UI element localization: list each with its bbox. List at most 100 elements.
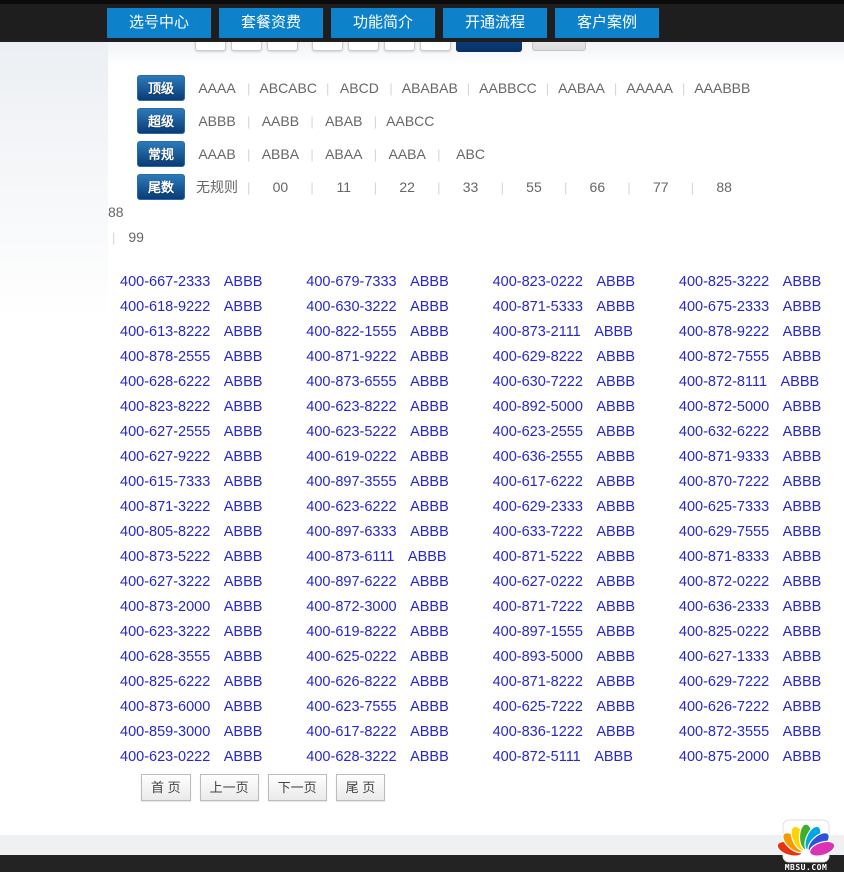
phone-number-link[interactable]: 400-615-7333 <box>120 474 210 490</box>
filter-option[interactable]: ABC <box>450 146 492 162</box>
phone-number-link[interactable]: 400-871-9333 <box>679 449 769 465</box>
phone-number-link[interactable]: 400-823-0222 <box>493 274 583 290</box>
phone-number-link[interactable]: 400-617-6222 <box>493 474 583 490</box>
filter-option[interactable]: 55 <box>513 179 555 195</box>
phone-number-link[interactable]: 400-625-7222 <box>493 699 583 715</box>
phone-number-link[interactable]: 400-897-3555 <box>306 474 396 490</box>
filter-category-button[interactable]: 超级 <box>137 108 185 134</box>
filter-option[interactable]: 无规则 <box>196 177 238 197</box>
phone-number-link[interactable]: 400-893-5000 <box>493 649 583 665</box>
phone-number-link[interactable]: 400-878-9222 <box>679 324 769 340</box>
filter-category-button[interactable]: 尾数 <box>137 174 185 200</box>
phone-number-link[interactable]: 400-667-2333 <box>120 274 210 290</box>
phone-number-link[interactable]: 400-870-7222 <box>679 474 769 490</box>
pagination-button[interactable]: 上一页 <box>200 774 259 801</box>
pagination-button[interactable]: 下一页 <box>268 774 327 801</box>
phone-number-link[interactable]: 400-623-5222 <box>306 424 396 440</box>
phone-number-link[interactable]: 400-871-3222 <box>120 499 210 515</box>
phone-number-link[interactable]: 400-871-5333 <box>493 299 583 315</box>
filter-option-88-overflow[interactable]: 88 <box>108 204 124 220</box>
phone-number-link[interactable]: 400-636-2555 <box>493 449 583 465</box>
phone-number-link[interactable]: 400-629-8222 <box>493 349 583 365</box>
filter-category-button[interactable]: 常规 <box>137 141 185 167</box>
filter-option[interactable]: AABBCC <box>479 80 537 96</box>
phone-number-link[interactable]: 400-625-0222 <box>306 649 396 665</box>
filter-option[interactable]: 66 <box>576 179 618 195</box>
phone-number-link[interactable]: 400-633-7222 <box>493 524 583 540</box>
nav-button[interactable]: 选号中心 <box>107 8 211 38</box>
phone-number-link[interactable]: 400-825-3222 <box>679 274 769 290</box>
filter-option-99[interactable]: 99 <box>128 229 144 245</box>
phone-number-link[interactable]: 400-872-3000 <box>306 599 396 615</box>
phone-number-link[interactable]: 400-897-1555 <box>493 624 583 640</box>
phone-number-link[interactable]: 400-628-3555 <box>120 649 210 665</box>
phone-number-link[interactable]: 400-636-2333 <box>679 599 769 615</box>
phone-number-link[interactable]: 400-836-1222 <box>493 724 583 740</box>
phone-number-link[interactable]: 400-629-7555 <box>679 524 769 540</box>
phone-number-link[interactable]: 400-627-1333 <box>679 649 769 665</box>
phone-number-link[interactable]: 400-630-7222 <box>493 374 583 390</box>
phone-number-link[interactable]: 400-873-6000 <box>120 699 210 715</box>
phone-number-link[interactable]: 400-873-2000 <box>120 599 210 615</box>
phone-number-link[interactable]: 400-871-8333 <box>679 549 769 565</box>
phone-number-link[interactable]: 400-629-2333 <box>493 499 583 515</box>
phone-number-link[interactable]: 400-629-7222 <box>679 674 769 690</box>
phone-number-link[interactable]: 400-878-2555 <box>120 349 210 365</box>
phone-number-link[interactable]: 400-623-7555 <box>306 699 396 715</box>
phone-number-link[interactable]: 400-872-5000 <box>679 399 769 415</box>
pagination-button[interactable]: 尾 页 <box>336 774 386 801</box>
phone-number-link[interactable]: 400-871-5222 <box>493 549 583 565</box>
phone-number-link[interactable]: 400-630-3222 <box>306 299 396 315</box>
phone-number-link[interactable]: 400-628-3222 <box>306 749 396 765</box>
phone-number-link[interactable]: 400-627-9222 <box>120 449 210 465</box>
phone-number-link[interactable]: 400-873-6111 <box>306 549 394 565</box>
phone-number-link[interactable]: 400-823-8222 <box>120 399 210 415</box>
phone-number-link[interactable]: 400-627-0222 <box>493 574 583 590</box>
filter-option[interactable]: ABABAB <box>402 80 458 96</box>
filter-option[interactable]: ABBA <box>259 146 301 162</box>
filter-option[interactable]: ABAA <box>323 146 365 162</box>
filter-option[interactable]: ABCABC <box>259 80 317 96</box>
nav-button[interactable]: 开通流程 <box>443 8 547 38</box>
phone-number-link[interactable]: 400-825-6222 <box>120 674 210 690</box>
filter-option[interactable]: 77 <box>640 179 682 195</box>
phone-number-link[interactable]: 400-859-3000 <box>120 724 210 740</box>
phone-number-link[interactable]: 400-623-8222 <box>306 399 396 415</box>
filter-option[interactable]: ABAB <box>323 113 365 129</box>
phone-number-link[interactable]: 400-618-9222 <box>120 299 210 315</box>
phone-number-link[interactable]: 400-632-6222 <box>679 424 769 440</box>
phone-number-link[interactable]: 400-873-5222 <box>120 549 210 565</box>
nav-button[interactable]: 功能简介 <box>331 8 435 38</box>
filter-option[interactable]: AABB <box>259 113 301 129</box>
filter-option[interactable]: AABCC <box>386 113 434 129</box>
filter-option[interactable]: 88 <box>703 179 745 195</box>
phone-number-link[interactable]: 400-873-2111 <box>493 324 581 340</box>
phone-number-link[interactable]: 400-627-2555 <box>120 424 210 440</box>
phone-number-link[interactable]: 400-627-3222 <box>120 574 210 590</box>
phone-number-link[interactable]: 400-872-8111 <box>679 374 767 390</box>
phone-number-link[interactable]: 400-625-7333 <box>679 499 769 515</box>
phone-number-link[interactable]: 400-679-7333 <box>306 274 396 290</box>
filter-option[interactable]: AAABBB <box>694 80 750 96</box>
phone-number-link[interactable]: 400-623-0222 <box>120 749 210 765</box>
filter-option[interactable]: 22 <box>386 179 428 195</box>
phone-number-link[interactable]: 400-872-3555 <box>679 724 769 740</box>
phone-number-link[interactable]: 400-897-6222 <box>306 574 396 590</box>
phone-number-link[interactable]: 400-875-2000 <box>679 749 769 765</box>
phone-number-link[interactable]: 400-628-6222 <box>120 374 210 390</box>
nav-button[interactable]: 套餐资费 <box>219 8 323 38</box>
phone-number-link[interactable]: 400-626-7222 <box>679 699 769 715</box>
phone-number-link[interactable]: 400-619-8222 <box>306 624 396 640</box>
phone-number-link[interactable]: 400-617-8222 <box>306 724 396 740</box>
filter-option[interactable]: AABAA <box>558 80 605 96</box>
phone-number-link[interactable]: 400-626-8222 <box>306 674 396 690</box>
phone-number-link[interactable]: 400-619-0222 <box>306 449 396 465</box>
filter-category-button[interactable]: 顶级 <box>137 75 185 101</box>
filter-option[interactable]: AAAB <box>196 146 238 162</box>
phone-number-link[interactable]: 400-623-6222 <box>306 499 396 515</box>
filter-option[interactable]: ABBB <box>196 113 238 129</box>
filter-option[interactable]: 11 <box>323 179 365 195</box>
pagination-button[interactable]: 首 页 <box>141 774 191 801</box>
phone-number-link[interactable]: 400-675-2333 <box>679 299 769 315</box>
phone-number-link[interactable]: 400-872-0222 <box>679 574 769 590</box>
